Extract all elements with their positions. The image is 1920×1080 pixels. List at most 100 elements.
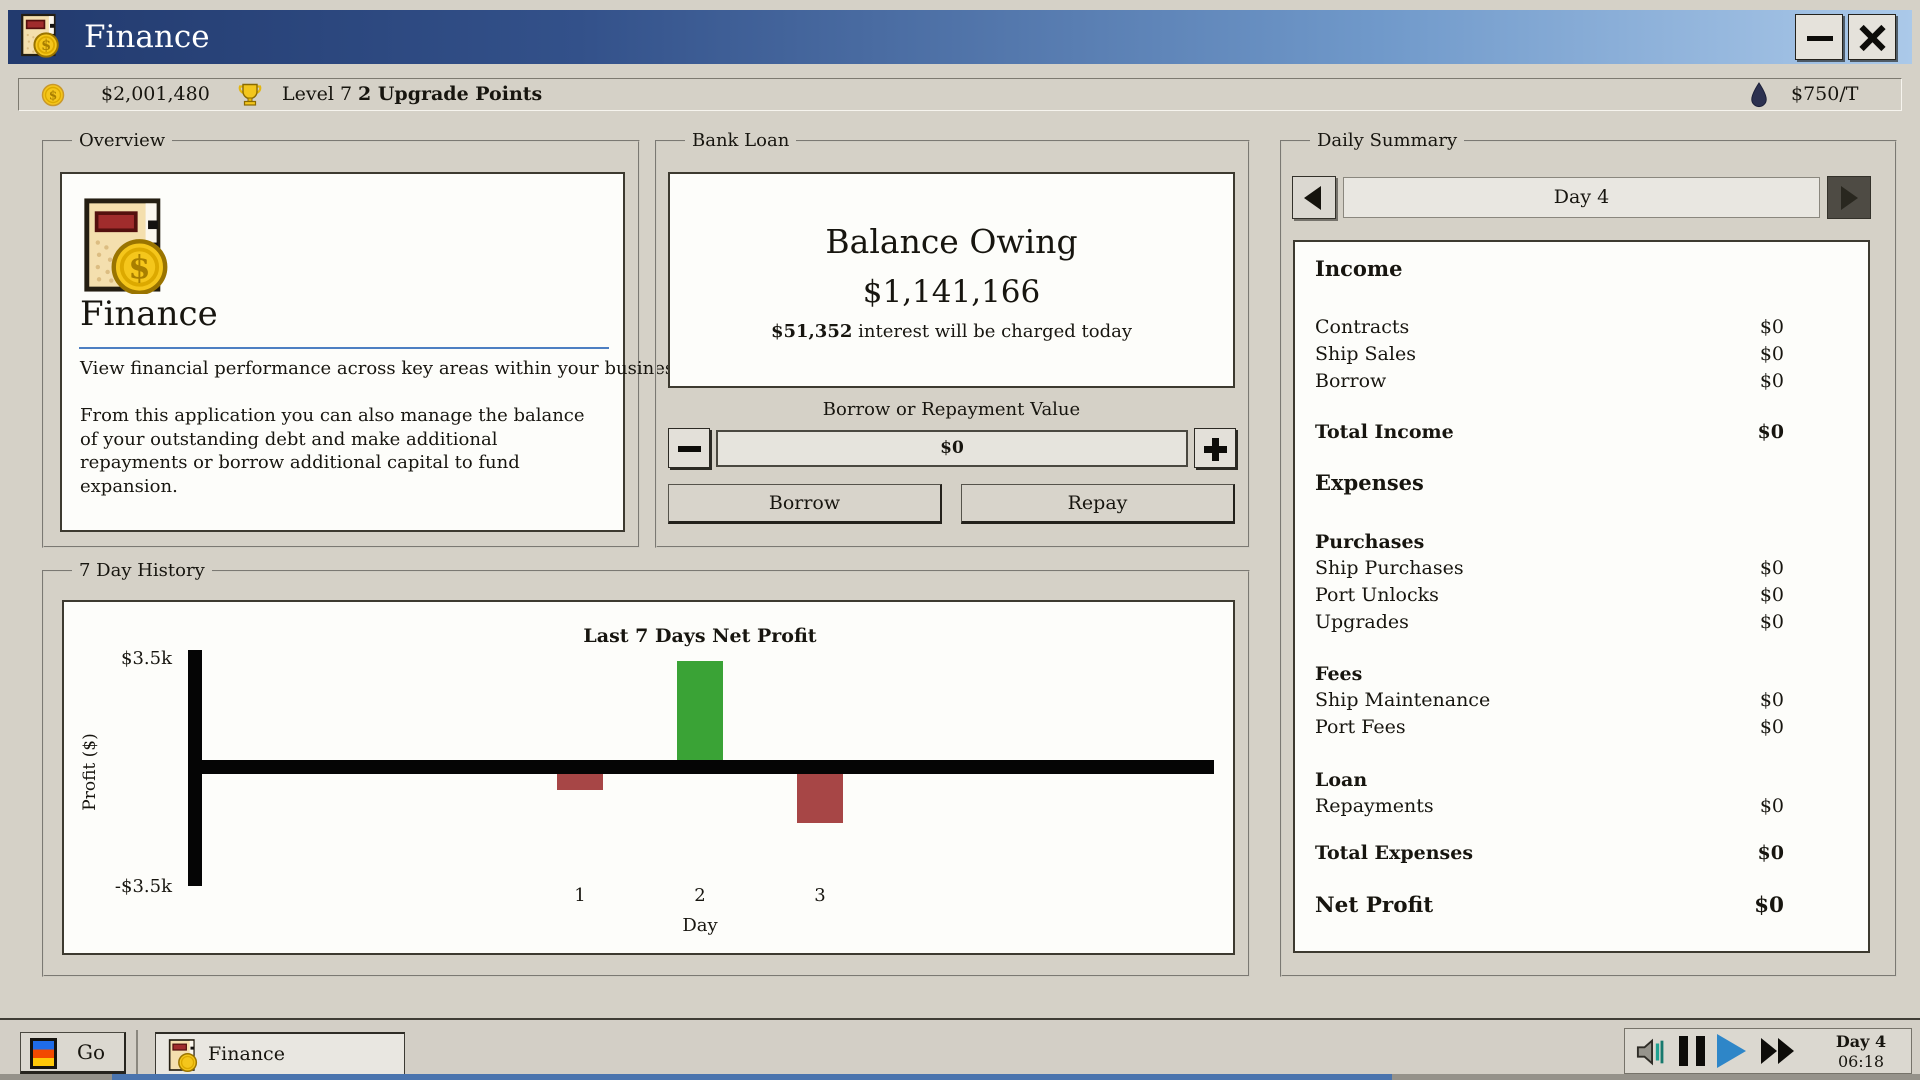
summary-row-ship-sales: Ship Sales$0	[1315, 341, 1784, 368]
interest-amount: $51,352	[771, 321, 852, 342]
x-tick-3: 3	[790, 885, 850, 906]
overview-legend: Overview	[72, 130, 172, 151]
titlebar: $ Finance	[8, 10, 1912, 64]
x-tick-2: 2	[670, 885, 730, 906]
summary-label: Loan	[1315, 767, 1367, 793]
increase-value-button[interactable]	[1194, 428, 1236, 468]
summary-label: Total Expenses	[1315, 840, 1473, 866]
summary-label: Port Unlocks	[1315, 582, 1439, 609]
next-day-icon	[1841, 186, 1858, 210]
finance-overview-icon: $	[80, 196, 172, 298]
summary-label: Ship Maintenance	[1315, 687, 1490, 714]
summary-row-port-fees: Port Fees $0	[1315, 714, 1784, 741]
summary-label: Repayments	[1315, 793, 1434, 820]
minimize-icon	[1807, 36, 1833, 41]
next-day-button[interactable]	[1827, 176, 1871, 219]
finance-window: $ Finance $ $2,001,480 Level 7 2	[0, 0, 1920, 1080]
pause-icon	[1679, 1036, 1688, 1066]
close-button[interactable]	[1848, 14, 1896, 60]
summary-value: $0	[1760, 582, 1784, 609]
summary-row-borrow: Borrow$0	[1315, 368, 1784, 395]
minimize-button[interactable]	[1795, 14, 1843, 60]
game-clock: Day 4 06:18	[1811, 1032, 1911, 1072]
money-value: $2,001,480	[101, 79, 210, 110]
profit-chart: Last 7 Days Net Profit Profit ($) $3.5k …	[62, 600, 1235, 955]
game-time: 06:18	[1811, 1052, 1911, 1072]
summary-value: $0	[1760, 314, 1784, 341]
summary-value: $0	[1758, 840, 1784, 866]
summary-label: Purchases	[1315, 529, 1424, 555]
svg-text:$: $	[49, 89, 57, 103]
sound-icon[interactable]	[1636, 1037, 1670, 1071]
fast-forward-button[interactable]	[1759, 1036, 1797, 1070]
summary-label: Ship Purchases	[1315, 555, 1464, 582]
history-legend: 7 Day History	[72, 560, 212, 581]
overview-description-1: View financial performance across key ar…	[80, 358, 689, 379]
prev-day-icon	[1304, 186, 1321, 210]
level-value: Level 7	[282, 79, 352, 110]
summary-label: Fees	[1315, 661, 1362, 687]
game-day: Day 4	[1811, 1032, 1911, 1052]
summary-row-ship-maintenance: Ship Maintenance $0	[1315, 687, 1784, 714]
summary-row-purchases: Purchases	[1315, 529, 1784, 555]
summary-label: Total Income	[1315, 419, 1454, 445]
summary-row-loan: Loan	[1315, 767, 1784, 793]
stepper-label: Borrow or Repayment Value	[668, 399, 1235, 420]
decrease-value-button[interactable]	[668, 428, 710, 468]
time-controls: Day 4 06:18	[1624, 1028, 1912, 1074]
overview-divider	[79, 347, 609, 349]
summary-value: $0	[1760, 609, 1784, 636]
summary-label: Expenses	[1315, 470, 1424, 496]
summary-value: $0	[1758, 419, 1784, 445]
world-background-strip	[0, 1074, 1920, 1080]
summary-row-fees: Fees	[1315, 661, 1784, 687]
summary-label: Port Fees	[1315, 714, 1406, 741]
taskbar-item-finance[interactable]: Finance	[155, 1032, 405, 1076]
daily-summary-list: IncomeContracts$0Ship Sales$0Borrow$0Tot…	[1293, 240, 1870, 953]
x-tick-1: 1	[550, 885, 610, 906]
window-title: Finance	[84, 10, 210, 64]
summary-row-income: Income	[1315, 256, 1784, 282]
summary-row-total-expenses: Total Expenses $0	[1315, 840, 1784, 866]
summary-row-upgrades: Upgrades$0	[1315, 609, 1784, 636]
summary-row-net-profit: Net Profit$0	[1315, 892, 1784, 920]
previous-day-button[interactable]	[1292, 176, 1336, 219]
summary-row-ship-purchases: Ship Purchases $0	[1315, 555, 1784, 582]
summary-value: $0	[1760, 687, 1784, 714]
bank-loan-legend: Bank Loan	[685, 130, 796, 151]
pause-button[interactable]	[1679, 1036, 1705, 1066]
summary-value: $0	[1754, 892, 1784, 920]
level-trophy-icon	[237, 81, 263, 112]
summary-value: $0	[1760, 714, 1784, 741]
summary-label: Contracts	[1315, 314, 1409, 341]
minus-icon	[678, 446, 701, 452]
summary-row-total-income: Total Income $0	[1315, 419, 1784, 445]
daily-summary-legend: Daily Summary	[1310, 130, 1464, 151]
summary-row-expenses: Expenses	[1315, 470, 1784, 496]
task-item-label: Finance	[208, 1034, 285, 1075]
summary-value: $0	[1760, 555, 1784, 582]
summary-value: $0	[1760, 793, 1784, 820]
day-selector: Day 4	[1343, 177, 1820, 218]
borrow-button[interactable]: Borrow	[668, 484, 942, 524]
status-bar: $ $2,001,480 Level 7 2 Upgrade Points $7…	[18, 78, 1902, 111]
summary-value: $0	[1760, 341, 1784, 368]
repay-button[interactable]: Repay	[961, 484, 1235, 524]
go-label: Go	[61, 1033, 121, 1071]
finance-task-icon	[168, 1038, 198, 1076]
interest-note: $51,352 interest will be charged today	[668, 321, 1235, 342]
summary-row-port-unlocks: Port Unlocks $0	[1315, 582, 1784, 609]
loan-amount-input[interactable]: $0	[716, 430, 1188, 467]
play-button[interactable]	[1717, 1034, 1746, 1068]
balance-owing-value: $1,141,166	[668, 274, 1235, 310]
go-menu-button[interactable]: Go	[20, 1032, 126, 1074]
taskbar: Go Finance	[0, 1018, 1920, 1074]
interest-text: interest will be charged today	[852, 321, 1132, 342]
fuel-drop-icon	[1749, 82, 1769, 113]
taskbar-separator	[136, 1030, 138, 1076]
money-coin-icon: $	[41, 83, 65, 111]
fuel-price-value: $750/T	[1791, 79, 1858, 110]
finance-app-icon: $	[20, 12, 60, 62]
svg-text:$: $	[41, 37, 51, 54]
overview-description-2: From this application you can also manag…	[80, 404, 585, 498]
